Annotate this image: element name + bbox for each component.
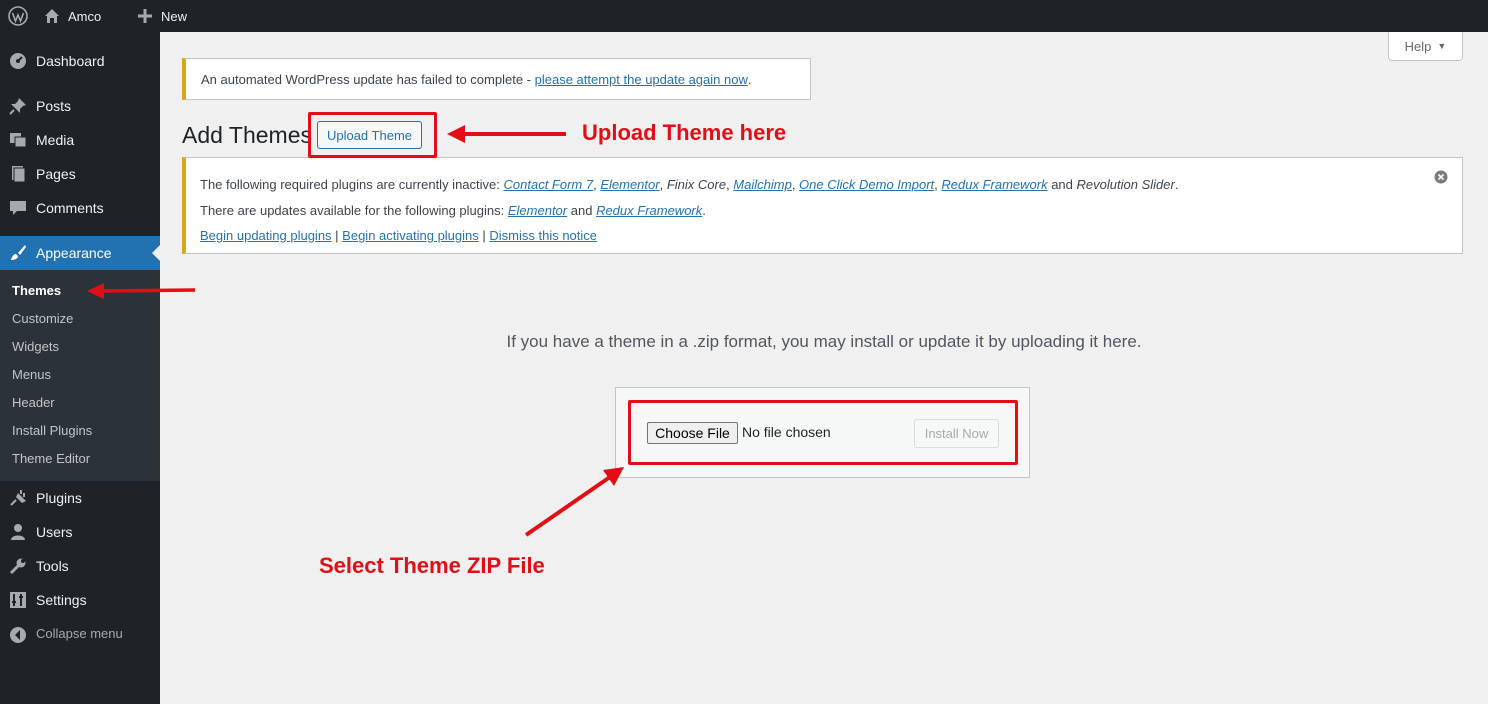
arrow-to-upload-button [447,125,566,143]
arrow-to-file-select [524,467,624,537]
arrow-to-themes [87,283,196,299]
annotation-arrows [87,125,624,537]
